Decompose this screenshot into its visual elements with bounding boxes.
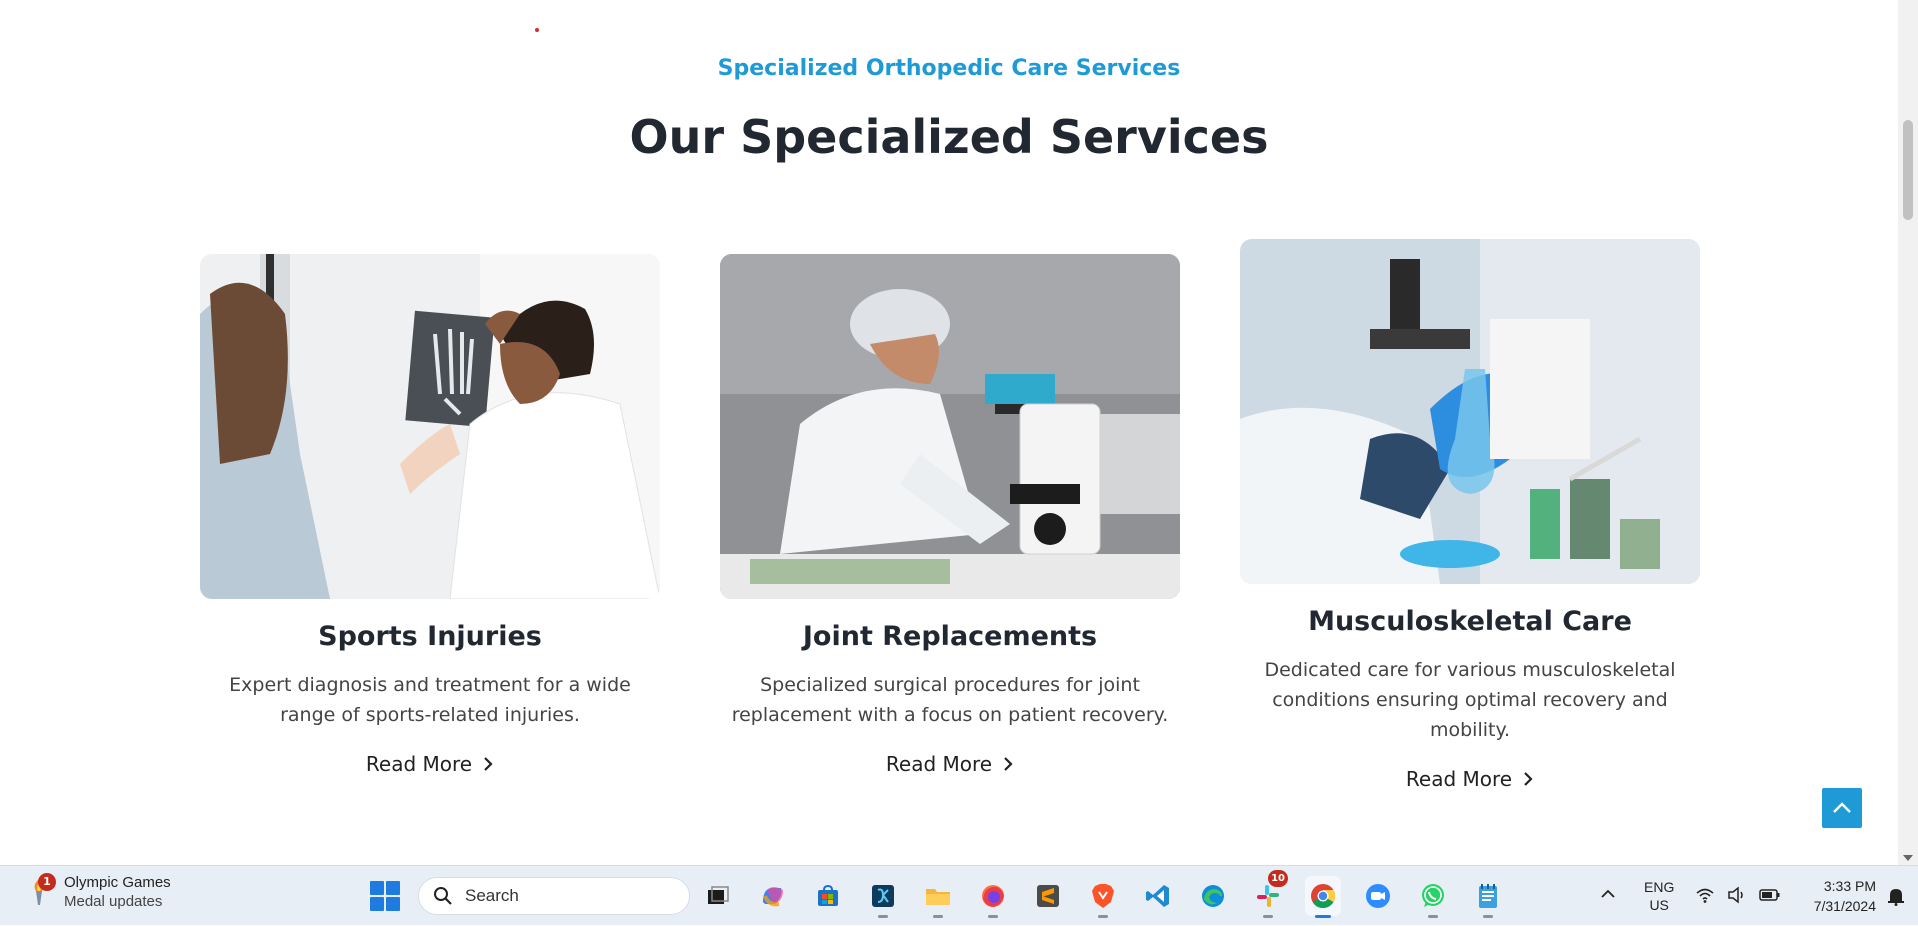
service-card-sports-injuries: Sports Injuries Expert diagnosis and tre… [200, 254, 660, 776]
vscode-icon[interactable] [1140, 876, 1176, 916]
running-indicator [1098, 915, 1108, 918]
notepad-icon[interactable] [1470, 876, 1506, 918]
slack-icon[interactable]: 10 [1250, 870, 1288, 918]
clock-time: 3:33 PM [1823, 878, 1876, 894]
section-heading: Our Specialized Services [629, 110, 1269, 164]
scrollbar-thumb[interactable] [1903, 120, 1913, 220]
read-more-link[interactable]: Read More [720, 752, 1180, 776]
battery-icon [1759, 889, 1780, 901]
running-indicator [1428, 915, 1438, 918]
card-description: Dedicated care for various musculoskelet… [1264, 659, 1676, 741]
file-explorer-icon[interactable] [920, 876, 956, 918]
musculoskeletal-care-image [1240, 239, 1700, 584]
notification-bell-icon[interactable] [1886, 886, 1906, 906]
language-code: ENG [1644, 879, 1675, 895]
copilot-icon[interactable] [755, 876, 791, 916]
notification-badge: 10 [1268, 870, 1288, 887]
read-more-link[interactable]: Read More [1240, 767, 1700, 791]
taskbar-apps: 10 [700, 870, 1506, 918]
running-indicator [933, 915, 943, 918]
card-description: Expert diagnosis and treatment for a wid… [229, 674, 631, 726]
terminal-icon[interactable] [865, 876, 901, 918]
card-title: Sports Injuries [318, 621, 542, 652]
read-more-label: Read More [365, 752, 473, 776]
scroll-down-arrow-icon[interactable] [1903, 855, 1913, 861]
input-language[interactable]: ENG US [1644, 878, 1674, 914]
chevron-right-icon [484, 757, 493, 771]
taskbar-search[interactable]: Search [418, 877, 690, 915]
read-more-label: Read More [1405, 767, 1513, 791]
edge-icon[interactable] [1195, 876, 1231, 916]
web-page: Specialized Orthopedic Care Services Our… [0, 0, 1898, 865]
zoom-icon[interactable] [1360, 876, 1396, 916]
brave-icon[interactable] [1085, 876, 1121, 918]
firefox-icon[interactable] [975, 876, 1011, 918]
card-title: Musculoskeletal Care [1308, 606, 1632, 637]
running-indicator [1263, 915, 1273, 918]
page-scrollbar[interactable] [1898, 0, 1918, 865]
chrome-icon[interactable] [1305, 876, 1341, 918]
clock[interactable]: 3:33 PM 7/31/2024 [1796, 876, 1876, 916]
volume-icon [1728, 886, 1743, 904]
microsoft-store-icon[interactable] [810, 876, 846, 916]
sports-injuries-image [200, 254, 660, 599]
running-indicator [878, 915, 888, 918]
widget-title: Olympic Games [64, 874, 171, 891]
task-view-icon[interactable] [700, 876, 736, 916]
read-more-label: Read More [885, 752, 993, 776]
search-placeholder: Search [465, 886, 519, 905]
card-title: Joint Replacements [802, 621, 1098, 652]
running-indicator [988, 915, 998, 918]
card-description: Specialized surgical procedures for join… [731, 674, 1169, 726]
torch-icon: 1 [24, 873, 56, 907]
notification-badge: 1 [38, 873, 56, 891]
cursor-dot [535, 28, 539, 32]
chevron-up-icon[interactable] [1600, 888, 1616, 900]
windows-taskbar: 1 Olympic Games Medal updates Search 10 … [0, 865, 1918, 925]
start-button[interactable] [370, 881, 400, 911]
scroll-to-top-button[interactable] [1822, 788, 1862, 828]
service-card-musculoskeletal-care: Musculoskeletal Care Dedicated care for … [1240, 239, 1700, 791]
joint-replacements-image [720, 254, 1180, 599]
search-icon [434, 887, 452, 905]
sublime-text-icon[interactable] [1030, 876, 1066, 916]
read-more-link[interactable]: Read More [200, 752, 660, 776]
service-card-joint-replacements: Joint Replacements Specialized surgical … [720, 254, 1180, 776]
chevron-right-icon [1004, 757, 1013, 771]
chevron-right-icon [1524, 772, 1533, 786]
quick-settings[interactable] [1695, 886, 1781, 904]
widget-subtitle: Medal updates [64, 893, 163, 910]
region-code: US [1649, 897, 1669, 913]
weather-widget[interactable]: 1 Olympic Games Medal updates [24, 873, 171, 910]
section-eyebrow: Specialized Orthopedic Care Services [717, 56, 1181, 81]
wifi-icon [1696, 888, 1714, 903]
running-indicator [1315, 915, 1331, 918]
clock-date: 7/31/2024 [1813, 898, 1876, 914]
running-indicator [1483, 915, 1493, 918]
whatsapp-icon[interactable] [1415, 876, 1451, 918]
chevron-up-icon [1833, 802, 1851, 813]
